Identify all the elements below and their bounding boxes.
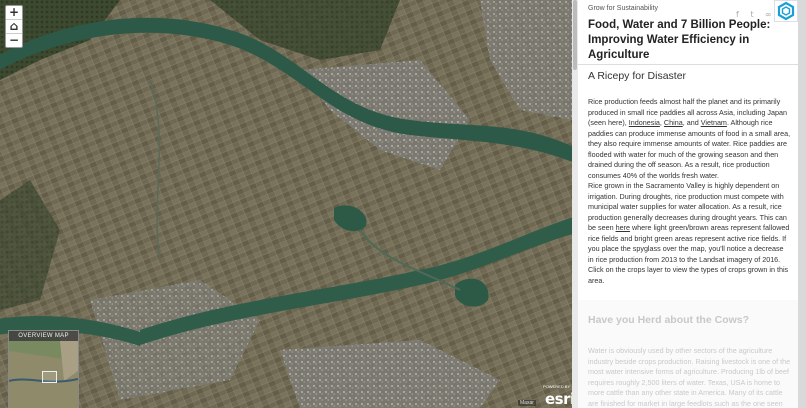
title-divider xyxy=(578,64,798,65)
overview-extent-box[interactable] xyxy=(42,371,57,383)
section-body-ricepy: Rice production feeds almost half the pl… xyxy=(588,97,791,286)
link-vietnam[interactable]: Vietnam xyxy=(701,118,727,127)
home-button[interactable]: ⌂ xyxy=(6,20,22,34)
section-body-cows: Water is obviously used by other sectors… xyxy=(588,346,791,408)
esri-logo-text: esri xyxy=(545,390,572,408)
satellite-imagery xyxy=(0,0,572,408)
paragraph-text: . Although rice paddies can produce imme… xyxy=(588,118,791,180)
story-panel: Grow for Sustainability f t ∞ Food, Wate… xyxy=(578,0,806,408)
section-heading-ricepy: A Ricepy for Disaster xyxy=(588,70,687,82)
separator-text: , and xyxy=(682,118,701,127)
paragraph-text: where light green/brown areas represent … xyxy=(588,223,790,285)
zoom-in-button[interactable]: + xyxy=(6,6,22,20)
story-title: Food, Water and 7 Billion People: Improv… xyxy=(588,19,771,61)
overview-imagery xyxy=(9,331,78,408)
panel-scrollbar[interactable] xyxy=(798,0,806,408)
powered-by-label: POWERED BY xyxy=(543,384,571,389)
esri-logo: POWERED BY esri xyxy=(543,384,572,408)
link-here[interactable]: here xyxy=(616,223,630,232)
section-heading-cows: Have you Herd about the Cows? xyxy=(588,314,750,326)
link-china[interactable]: China xyxy=(664,118,683,127)
satellite-map[interactable]: + ⌂ − OVERVIEW MAP Maxar POWERED BY esri xyxy=(0,0,572,408)
zoom-out-button[interactable]: − xyxy=(6,34,22,47)
map-attribution: Maxar xyxy=(518,400,536,406)
overview-map[interactable]: OVERVIEW MAP xyxy=(8,330,79,408)
brand-label[interactable]: Grow for Sustainability xyxy=(588,5,658,12)
map-zoom-controls: + ⌂ − xyxy=(5,5,23,48)
overview-map-label: OVERVIEW MAP xyxy=(9,331,78,341)
link-indonesia[interactable]: Indonesia xyxy=(629,118,660,127)
scrollbar-thumb[interactable] xyxy=(573,0,577,70)
